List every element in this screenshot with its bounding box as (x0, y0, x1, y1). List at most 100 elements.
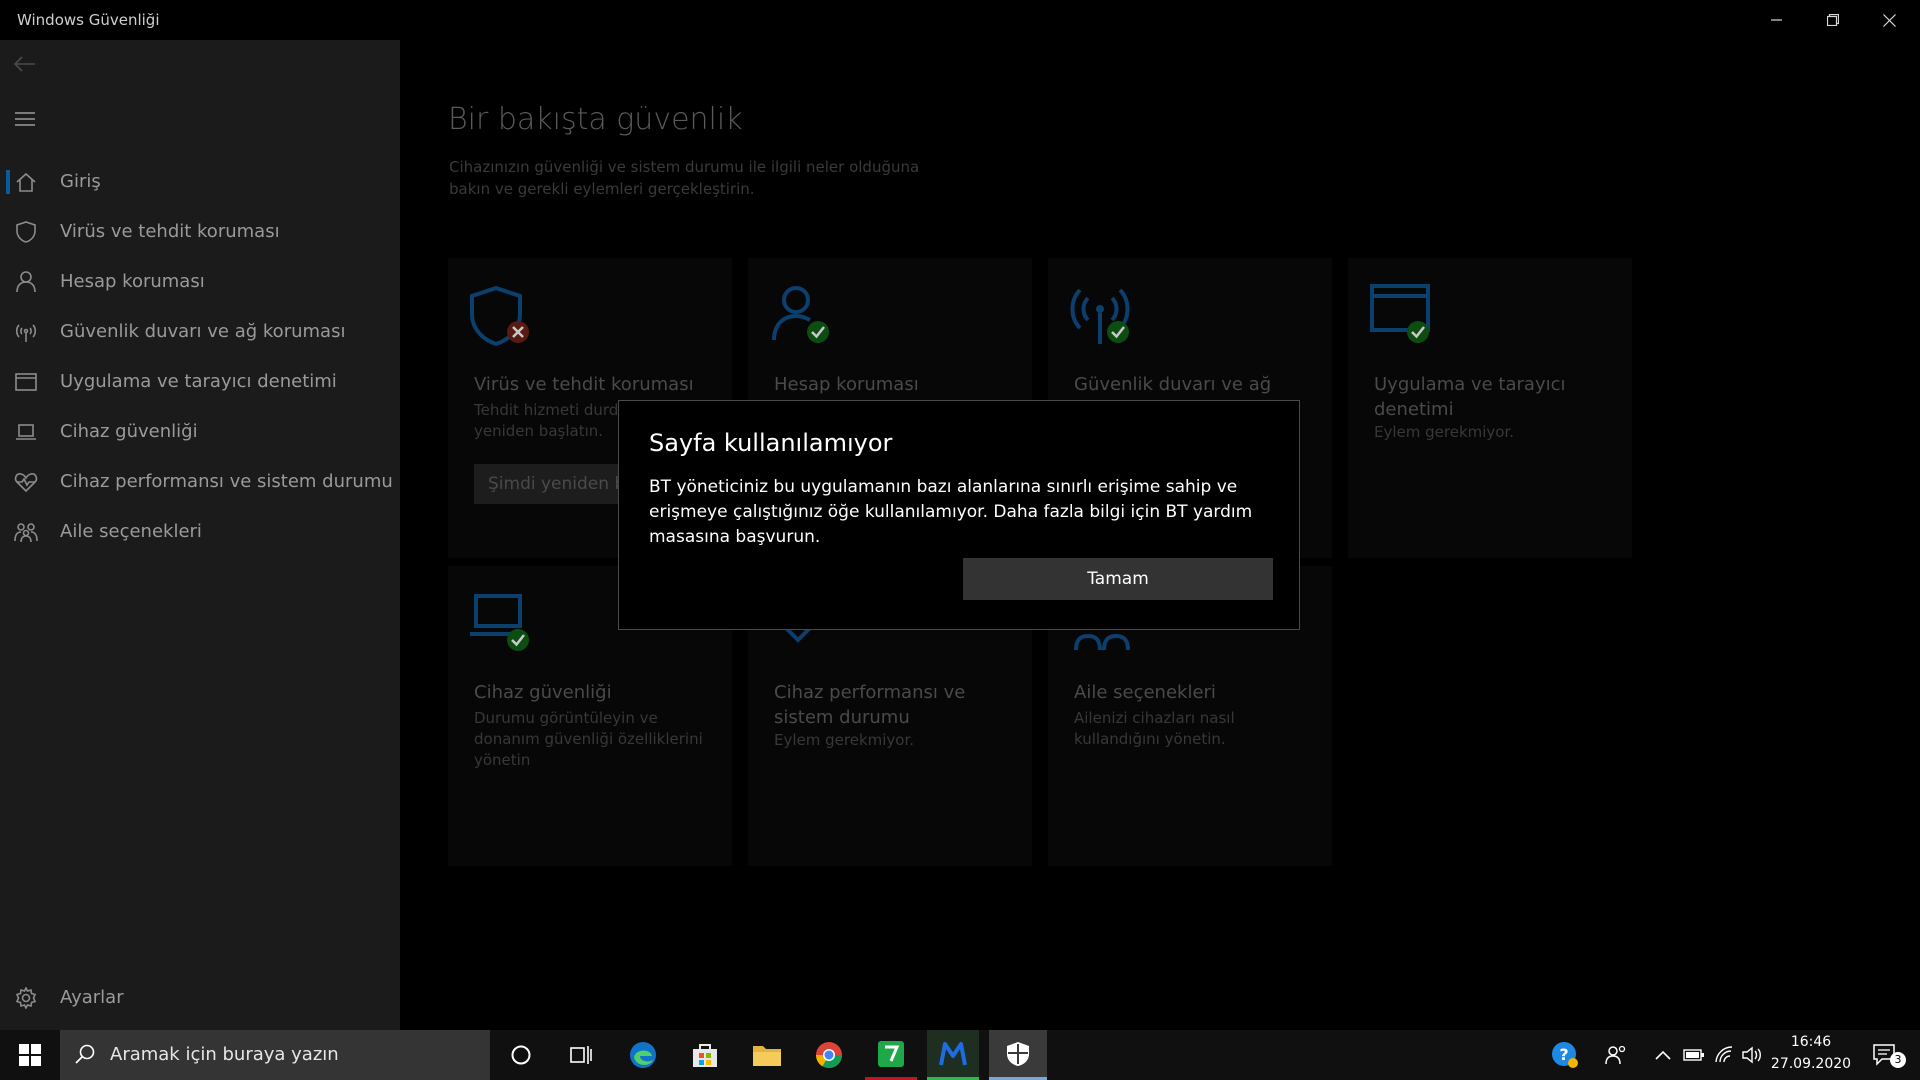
sidebar-item-label: Giriş (60, 171, 101, 192)
help-tray-button[interactable]: ? (1545, 1030, 1585, 1080)
page-unavailable-dialog: Sayfa kullanılamıyor BT yöneticiniz bu u… (618, 400, 1300, 630)
tile-app-browser-control[interactable]: Uygulama ve tarayıcı denetimi Eylem gere… (1348, 258, 1632, 558)
gear-icon (12, 984, 40, 1012)
back-arrow-icon (14, 56, 35, 72)
home-icon (12, 168, 40, 196)
taskbar-app-chrome[interactable] (803, 1030, 855, 1080)
window-title: Windows Güvenliği (17, 11, 160, 29)
minimize-button[interactable] (1749, 0, 1805, 40)
taskbar-app-windows-security[interactable] (989, 1030, 1047, 1080)
search-icon (75, 1044, 95, 1064)
edge-icon (630, 1042, 656, 1068)
sidebar-item-label: Uygulama ve tarayıcı denetimi (60, 371, 337, 392)
dialog-title: Sayfa kullanılamıyor (649, 429, 893, 457)
close-button[interactable] (1861, 0, 1917, 40)
tile-title: Cihaz güvenliği (474, 682, 612, 703)
malwarebytes-icon (939, 1041, 967, 1065)
taskbar-app-file-explorer[interactable] (741, 1030, 793, 1080)
selection-indicator (6, 170, 10, 194)
dialog-message: BT yöneticiniz bu uygulamanın bazı alanl… (649, 477, 1253, 547)
tile-description: Durumu görüntüleyin ve donanım güvenliği… (474, 709, 703, 769)
close-icon (1882, 13, 1896, 27)
taskbar-app-store[interactable] (679, 1030, 731, 1080)
back-button[interactable] (11, 50, 39, 78)
sidebar-item-device-security[interactable]: Cihaz güvenliği (0, 408, 400, 456)
settings-label: Ayarlar (60, 987, 124, 1008)
action-center-button[interactable]: 3 (1860, 1030, 1910, 1080)
sidebar-item-settings[interactable]: Ayarlar (0, 980, 400, 1028)
taskbar: Aramak için buraya yazın ? 16:46 27.09.2… (0, 1030, 1920, 1080)
ok-button[interactable]: Tamam (963, 558, 1273, 600)
chevron-up-icon (1655, 1050, 1671, 1060)
tile-title: Uygulama ve tarayıcı denetimi (1374, 374, 1566, 420)
speaker-icon (1742, 1046, 1761, 1064)
network-button[interactable] (1710, 1030, 1738, 1080)
battery-button[interactable] (1680, 1030, 1708, 1080)
tile-title: Aile seçenekleri (1074, 682, 1216, 703)
browser-check-icon (1370, 284, 1430, 343)
hamburger-menu-button[interactable] (11, 105, 39, 133)
sidebar-item-label: Cihaz güvenliği (60, 421, 198, 442)
restore-icon (1827, 14, 1839, 26)
sidebar-item-account[interactable]: Hesap koruması (0, 258, 400, 306)
task-view-icon (570, 1046, 592, 1064)
sidebar-item-virus[interactable]: Virüs ve tehdit koruması (0, 208, 400, 256)
tile-title: Virüs ve tehdit koruması (474, 374, 694, 395)
taskbar-search-box[interactable]: Aramak için buraya yazın (60, 1030, 490, 1080)
minimize-icon (1771, 19, 1782, 21)
sidebar-item-firewall[interactable]: Güvenlik duvarı ve ağ koruması (0, 308, 400, 356)
heart-icon (12, 468, 40, 496)
start-button[interactable] (0, 1030, 60, 1080)
taskbar-app-edge[interactable] (617, 1030, 669, 1080)
restore-button[interactable] (1805, 0, 1861, 40)
shield-icon (12, 218, 40, 246)
volume-button[interactable] (1738, 1030, 1766, 1080)
sidebar-item-label: Güvenlik duvarı ve ağ koruması (60, 321, 346, 342)
sidebar: Giriş Virüs ve tehdit koruması Hesap kor… (0, 40, 400, 1030)
page-description: Cihazınızın güvenliği ve sistem durumu i… (449, 158, 920, 198)
tile-title: Hesap koruması (774, 374, 919, 395)
tile-title: Cihaz performansı ve sistem durumu (774, 682, 966, 728)
battery-icon (1683, 1049, 1704, 1061)
wifi-icon (1715, 1046, 1733, 1063)
svg-text:?: ? (1559, 1045, 1568, 1064)
laptop-icon (12, 418, 40, 446)
people-button[interactable] (1596, 1030, 1636, 1080)
family-icon (12, 518, 40, 546)
cortana-icon (511, 1045, 531, 1065)
people-icon (1605, 1045, 1626, 1065)
title-bar: Windows Güvenliği (0, 0, 1920, 40)
sidebar-item-label: Cihaz performansı ve sistem durumu (60, 471, 393, 492)
sidebar-item-family[interactable]: Aile seçenekleri (0, 508, 400, 556)
store-icon (693, 1044, 717, 1067)
show-hidden-icons-button[interactable] (1650, 1030, 1676, 1080)
tile-description: Ailenizi cihazları nasıl kullandığını yö… (1074, 709, 1235, 748)
taskbar-app-green[interactable] (865, 1030, 917, 1080)
tile-description: Eylem gerekmiyor. (1374, 423, 1515, 441)
sidebar-item-label: Hesap koruması (60, 271, 205, 292)
search-placeholder: Aramak için buraya yazın (110, 1044, 339, 1065)
taskbar-app-malwarebytes[interactable] (927, 1030, 979, 1080)
sidebar-item-label: Virüs ve tehdit koruması (60, 221, 280, 242)
sidebar-item-home[interactable]: Giriş (0, 158, 400, 206)
antenna-icon (12, 318, 40, 346)
clock-time[interactable]: 16:46 (1766, 1034, 1856, 1050)
cortana-button[interactable] (495, 1030, 547, 1080)
file-explorer-icon (753, 1046, 781, 1066)
sidebar-item-app-browser[interactable]: Uygulama ve tarayıcı denetimi (0, 358, 400, 406)
notification-count-badge: 3 (1890, 1052, 1906, 1068)
browser-window-icon (12, 368, 40, 396)
laptop-check-icon (470, 594, 529, 651)
app-green-icon (878, 1040, 904, 1067)
clock-date[interactable]: 27.09.2020 (1766, 1056, 1856, 1072)
shield-error-icon (470, 285, 529, 347)
hamburger-icon (15, 112, 35, 126)
person-check-icon (772, 286, 829, 343)
sidebar-item-performance[interactable]: Cihaz performansı ve sistem durumu (0, 458, 400, 506)
windows-security-icon (1007, 1041, 1029, 1066)
chrome-icon (815, 1042, 843, 1069)
windows-logo-icon (19, 1044, 41, 1066)
task-view-button[interactable] (555, 1030, 607, 1080)
tile-description: Eylem gerekmiyor. (774, 731, 915, 749)
antenna-check-icon (1070, 288, 1130, 344)
